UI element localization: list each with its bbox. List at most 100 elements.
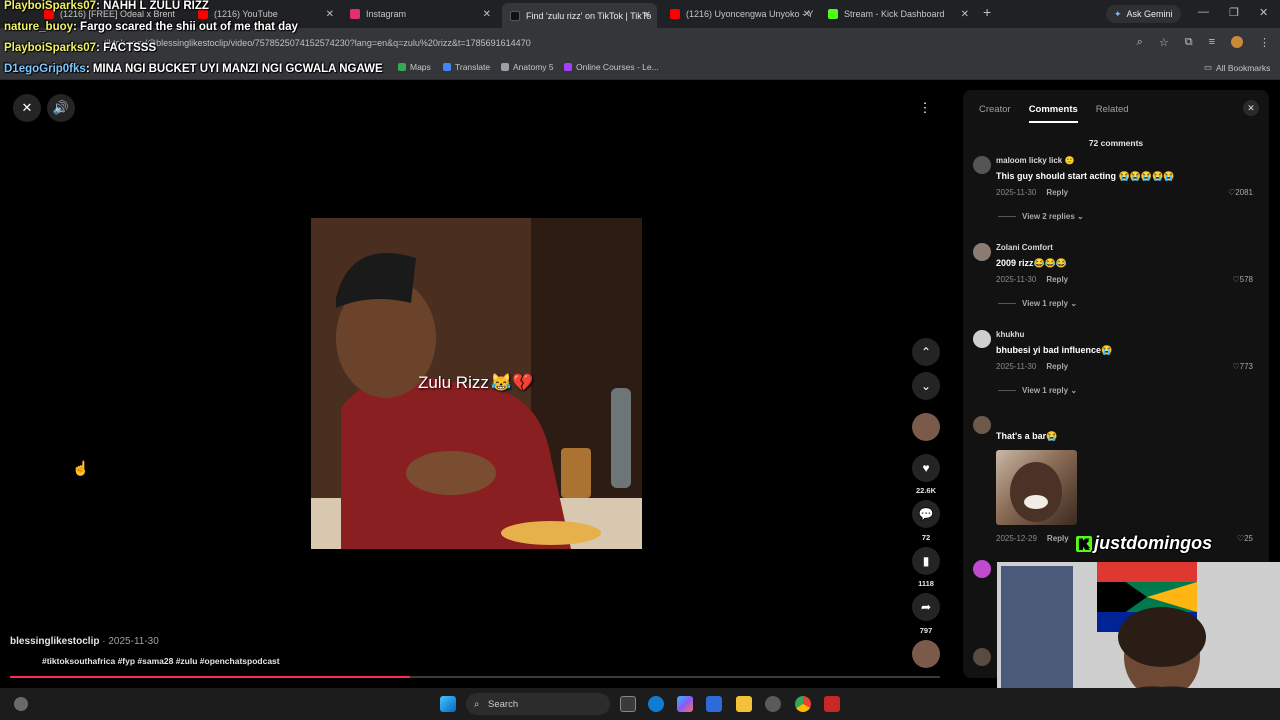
like-count: 22.6K [915,486,936,495]
comment-author[interactable]: maloom licky lick 🙂 [996,156,1074,165]
comment-like-button[interactable]: ♡578 [1232,275,1253,284]
translate-icon [443,63,451,71]
chrome-icon[interactable] [795,696,811,712]
bookmark-translate[interactable]: Translate [443,62,490,72]
tab-title: Instagram [366,9,407,19]
creator-avatar[interactable] [912,413,940,441]
comment-author[interactable]: khukhu [996,330,1024,339]
minimize-icon[interactable]: — [1198,6,1209,18]
chat-message: PlayboiSparks07: FACTSSS [4,42,156,54]
previous-video-button[interactable]: ⌃ [912,338,940,366]
save-button[interactable]: ▮ [912,547,940,575]
settings-gear-icon[interactable] [765,696,781,712]
close-tab-icon[interactable]: ✕ [643,10,651,21]
tab-6[interactable]: Stream - Kick Dashboard ✕ [820,4,975,24]
menu-icon[interactable]: ⋮ [1259,36,1270,49]
bookmark-star-icon[interactable]: ☆ [1159,36,1169,49]
close-window-icon[interactable]: ✕ [1259,6,1268,19]
url-field[interactable]: tiktok.com/@blessinglikestoclip/video/75… [104,38,531,48]
all-bookmarks[interactable]: ▭ All Bookmarks [1204,62,1270,73]
ask-gemini-button[interactable]: ✦ Ask Gemini [1106,5,1181,23]
bookmark-anatomy[interactable]: Anatomy 5 [501,62,554,72]
reply-button[interactable]: Reply [1046,188,1068,197]
close-tab-icon[interactable]: ✕ [483,9,491,20]
comment-like-button[interactable]: ♡2081 [1228,188,1253,197]
sound-avatar[interactable] [912,640,940,668]
start-windows-icon[interactable] [440,696,456,712]
close-tab-icon[interactable]: ✕ [326,9,334,20]
task-view-icon[interactable] [620,696,636,712]
taskbar-search[interactable]: ⌕ Search [466,693,610,715]
tab-related[interactable]: Related [1096,104,1129,123]
chat-text: : NAHH L ZULU RIZZ [96,0,209,12]
bookmark-icon [501,63,509,71]
comment-button[interactable]: 💬 [912,500,940,528]
restore-icon[interactable]: ❐ [1229,6,1239,19]
comment-author[interactable]: Zolani Comfort [996,243,1053,252]
comment-meta: 2025-11-30 Reply [996,188,1068,197]
avatar[interactable] [973,330,991,348]
comment-gif-image[interactable] [996,450,1077,525]
tab-4-active[interactable]: Find 'zulu rizz' on TikTok | TikTo ✕ [502,3,657,28]
comment-date: 2025-11-30 [996,275,1037,284]
share-button[interactable]: ➦ [912,593,940,621]
view-replies-button[interactable]: View 1 reply ⌄ [998,299,1077,308]
view-replies-button[interactable]: View 2 replies ⌄ [998,212,1084,221]
edge-icon[interactable] [648,696,664,712]
tab-creator[interactable]: Creator [979,104,1011,123]
all-bookmarks-label: All Bookmarks [1216,62,1271,73]
chat-message: nature_buoy: Fargo scared the shii out o… [4,21,298,33]
bookmark-label: Anatomy 5 [513,62,554,72]
bookmark-online-courses[interactable]: Online Courses - Le... [564,62,659,72]
profile-avatar[interactable] [1231,36,1243,48]
avatar[interactable] [973,243,991,261]
progress-fill [10,676,410,678]
avatar[interactable] [973,156,991,174]
comment-date: 2025-11-30 [996,188,1037,197]
extensions-icon[interactable]: ⧉ [1185,36,1193,49]
plus-icon[interactable]: + [983,4,991,20]
close-tab-icon[interactable]: ✕ [803,9,811,20]
video-hashtags[interactable]: #tiktoksouthafrica #fyp #sama28 #zulu #o… [42,656,280,666]
reply-button[interactable]: Reply [1046,275,1068,284]
reply-button[interactable]: Reply [1047,534,1069,543]
weather-icon[interactable] [14,697,28,711]
close-icon: ✕ [21,100,33,115]
comment-likes: 773 [1239,362,1253,371]
close-tab-icon[interactable]: ✕ [961,9,969,20]
tab-5[interactable]: (1216) Uyoncengwa Unyoko - Y ✕ [662,4,817,24]
comment-like-button[interactable]: ♡773 [1232,362,1253,371]
close-panel-button[interactable]: ✕ [1243,100,1259,116]
volume-button[interactable]: 🔊 [47,94,75,122]
video-progress-bar[interactable] [10,676,940,678]
author-name[interactable]: blessinglikestoclip [10,636,99,647]
store-icon[interactable] [706,696,722,712]
copilot-icon[interactable] [677,696,693,712]
avatar[interactable] [973,648,991,666]
zoom-icon[interactable]: ⌕ [1137,36,1143,49]
shield-app-icon[interactable] [824,696,840,712]
view-replies-button[interactable]: View 1 reply ⌄ [998,386,1077,395]
avatar[interactable] [973,416,991,434]
tab-comments[interactable]: Comments [1028,104,1078,123]
bookmark-maps[interactable]: Maps [398,62,431,72]
file-explorer-icon[interactable] [736,696,752,712]
comment-like-button[interactable]: ♡25 [1237,534,1253,543]
video-author[interactable]: blessinglikestoclip · 2025-11-30 [10,636,159,647]
chat-text: : MINA NGI BUCKET UYI MANZI NGI GCWALA N… [85,63,383,75]
media-icon[interactable]: ≡ [1209,36,1215,49]
more-options-button[interactable]: ⋮ [911,94,939,122]
share-arrow-icon: ➦ [920,600,932,614]
close-video-button[interactable]: ✕ [13,94,41,122]
chat-text: : FACTSSS [96,42,157,54]
comment-meta: 2025-12-29 Reply [996,534,1069,543]
avatar[interactable] [973,560,991,578]
tab-3[interactable]: Instagram ✕ [342,4,497,24]
video-caption: Zulu Rizz 😹💔 [418,373,533,393]
like-button[interactable]: ♥ [912,454,940,482]
next-video-button[interactable]: ⌄ [912,372,940,400]
reply-button[interactable]: Reply [1046,362,1068,371]
bookmark-label: Online Courses - Le... [576,62,659,72]
tab-title: Stream - Kick Dashboard [844,9,945,19]
comment-count: 72 [921,533,931,542]
